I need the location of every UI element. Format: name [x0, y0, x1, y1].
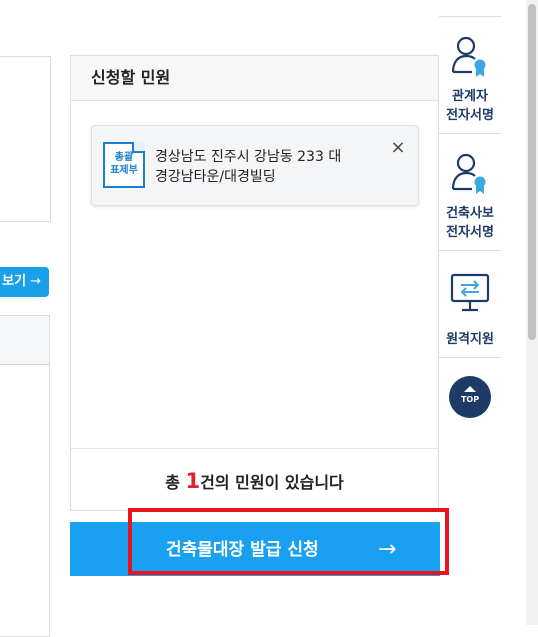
request-address: 경상남도 진주시 강남동 233 대 경강남타운/대경빌딩 — [155, 147, 385, 187]
quick-label-line1: 관계자 — [452, 89, 488, 104]
left-table-header — [0, 316, 49, 365]
view-more-label: 보기 — [2, 274, 27, 289]
left-info-card — [0, 56, 51, 222]
left-table — [0, 315, 50, 637]
request-panel: 신청할 민원 총괄 표제부 경상남도 진주시 강남동 233 대 경강남타운/대… — [70, 55, 439, 511]
request-item-card: 총괄 표제부 경상남도 진주시 강남동 233 대 경강남타운/대경빌딩 × — [91, 125, 419, 206]
quick-label-line1: 건축사보 — [446, 206, 494, 221]
count-prefix: 총 — [165, 473, 186, 492]
quick-label-line2: 전자서명 — [446, 225, 494, 240]
submit-request-button[interactable]: 건축물대장 발급 신청 → — [70, 522, 440, 576]
quick-item-stakeholder-signature[interactable]: 관계자 전자서명 — [439, 16, 501, 133]
document-fold-icon — [132, 142, 145, 153]
arrow-right-icon: → — [378, 537, 397, 562]
panel-title: 신청할 민원 — [71, 56, 438, 101]
quick-item-label: 관계자 전자서명 — [439, 87, 501, 125]
scrollbar-thumb[interactable] — [528, 4, 536, 340]
arrow-right-icon: → — [30, 274, 41, 289]
scroll-top-button[interactable]: TOP — [449, 376, 491, 418]
person-cert-icon — [451, 36, 486, 77]
close-icon[interactable]: × — [388, 138, 408, 158]
person-cert-icon — [451, 153, 486, 194]
request-count-summary: 총 1건의 민원이 있습니다 — [71, 448, 438, 510]
count-suffix: 건의 민원이 있습니다 — [200, 473, 344, 492]
quick-label-line2: 전자서명 — [446, 108, 494, 123]
submit-label: 건축물대장 발급 신청 — [166, 540, 319, 560]
top-label: TOP — [460, 395, 480, 404]
quick-item-label: 건축사보 전자서명 — [439, 204, 501, 242]
monitor-arrows-icon — [450, 273, 490, 312]
quick-menu: 관계자 전자서명 건축사보 전자서명 원격지원 — [439, 16, 501, 358]
quick-item-label: 원격지원 — [439, 330, 501, 349]
request-count: 1 — [185, 469, 201, 493]
quick-label-line1: 원격지원 — [446, 332, 494, 347]
badge-line2: 표제부 — [110, 165, 138, 176]
caret-up-icon — [464, 386, 476, 392]
address-line2: 경강남타운/대경빌딩 — [155, 169, 276, 185]
view-more-button[interactable]: 보기 → — [0, 267, 49, 297]
address-line1: 경상남도 진주시 강남동 233 대 — [155, 149, 342, 165]
quick-item-architect-signature[interactable]: 건축사보 전자서명 — [439, 133, 501, 250]
quick-item-remote-support[interactable]: 원격지원 — [439, 250, 501, 358]
